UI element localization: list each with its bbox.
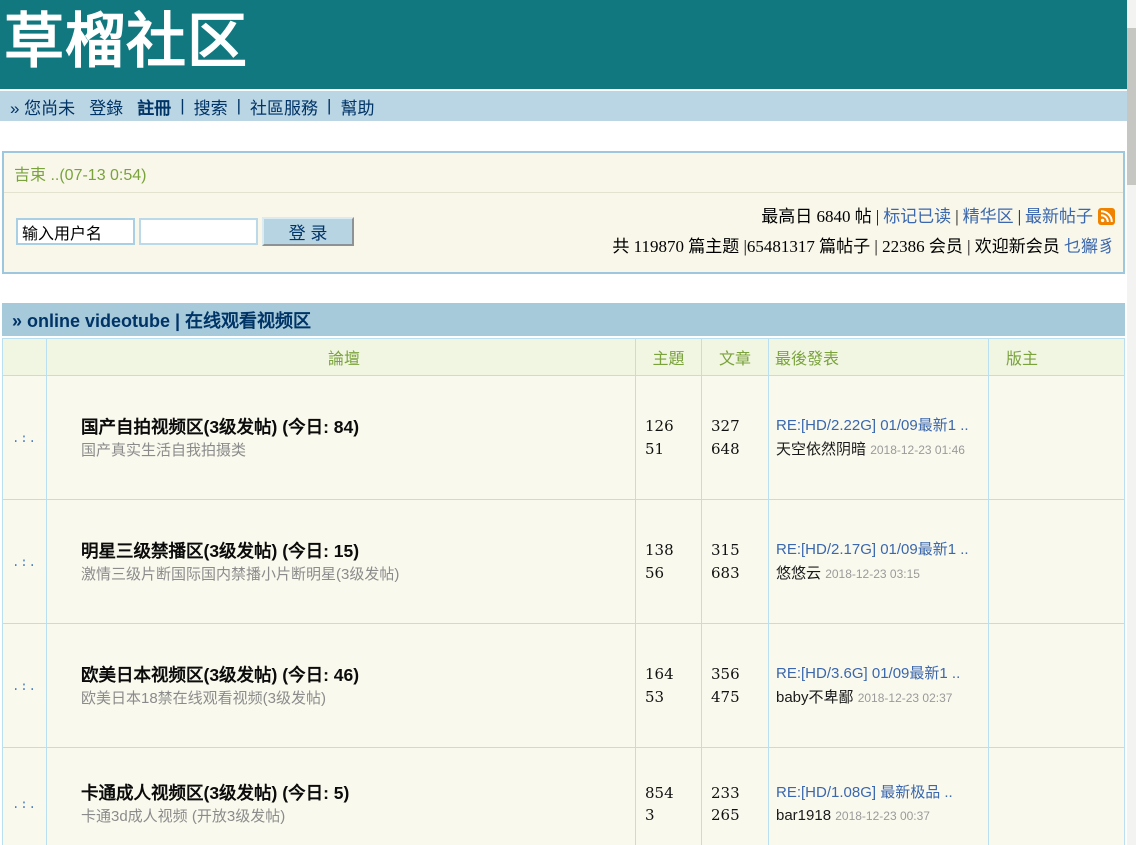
nav-search-link[interactable]: 搜索 [194, 94, 228, 119]
stats-separator: | [876, 207, 879, 226]
column-icon [3, 339, 47, 376]
nav-register-link[interactable]: 註冊 [137, 94, 171, 119]
last-post-time: 2018-12-23 00:37 [835, 809, 930, 823]
stats-line-2: 共 119870 篇主题 |65481317 篇帖子 | 22386 会员 | … [612, 233, 1115, 260]
last-post-link[interactable]: RE:[HD/1.08G] 最新极品 .. [776, 781, 978, 804]
totals-text: 共 119870 篇主题 |65481317 篇帖子 | 22386 会员 | … [612, 237, 1059, 256]
max-day-posts: 最高日 6840 帖 [761, 207, 872, 226]
last-post-user[interactable]: bar1918 [776, 807, 831, 824]
forum-status-icon: .:. [3, 500, 47, 624]
topic-count: 8543 [636, 748, 702, 845]
site-logo: 草榴社区 [0, 0, 1127, 84]
page: 草榴社区 » 您尚未登錄註冊 | 搜索 | 社區服務 | 幫助 吉束 ..(07-13 0:… [0, 0, 1136, 845]
topic-count: 16453 [636, 624, 702, 748]
moderator-cell [989, 500, 1125, 624]
nav-status-text: » 您尚未 [10, 94, 75, 119]
nav-services-link[interactable]: 社區服務 [250, 94, 318, 119]
forum-link[interactable]: 欧美日本视频区(3级发帖) (今日: 46) [81, 662, 625, 688]
forum-status-icon: .:. [3, 624, 47, 748]
forum-status-icon: .:. [3, 376, 47, 500]
digest-link[interactable]: 精华区 [963, 207, 1014, 226]
moderator-cell [989, 376, 1125, 500]
forum-link[interactable]: 卡通成人视频区(3级发帖) (今日: 5) [81, 780, 625, 806]
last-post-time: 2018-12-23 03:15 [825, 567, 920, 581]
post-count: 327648 [702, 376, 769, 500]
post-count: 233265 [702, 748, 769, 845]
topic-count: 12651 [636, 376, 702, 500]
nav-separator: | [237, 96, 241, 116]
newest-posts-link[interactable]: 最新帖子 [1025, 207, 1093, 226]
column-moderator: 版主 [989, 339, 1125, 376]
forum-row: .:. 欧美日本视频区(3级发帖) (今日: 46) 欧美日本18禁在线观看视频… [3, 624, 1125, 748]
site-header: 草榴社区 [0, 0, 1127, 89]
topic-count: 13856 [636, 500, 702, 624]
post-count: 356475 [702, 624, 769, 748]
column-posts: 文章 [702, 339, 769, 376]
nav-separator: | [327, 96, 331, 116]
forum-link[interactable]: 国产自拍视频区(3级发帖) (今日: 84) [81, 414, 625, 440]
forum-stats: 最高日 6840 帖|标记已读|精华区|最新帖子 共 119870 篇主题 |6… [612, 203, 1115, 260]
stats-separator: | [1018, 207, 1021, 226]
announcement-title[interactable]: 吉束 ..(07-13 0:54) [4, 153, 1123, 193]
forum-row: .:. 明星三级禁播区(3级发帖) (今日: 15) 激情三级片断国际国内禁播小… [3, 500, 1125, 624]
section-header[interactable]: » online videotube | 在线观看视频区 [2, 303, 1125, 338]
forum-row: .:. 卡通成人视频区(3级发帖) (今日: 5) 卡通3d成人视频 (开放3级… [3, 748, 1125, 845]
post-count: 315683 [702, 500, 769, 624]
announcement-box: 吉束 ..(07-13 0:54) 登 录 最高日 6840 帖|标记已读|精华… [2, 151, 1125, 274]
login-form: 登 录 [16, 217, 354, 246]
forum-status-icon: .:. [3, 748, 47, 845]
nav-help-link[interactable]: 幫助 [340, 94, 374, 119]
last-post-time: 2018-12-23 01:46 [870, 443, 965, 457]
last-post-user[interactable]: 天空依然阴暗 [776, 441, 866, 458]
stats-line-1: 最高日 6840 帖|标记已读|精华区|最新帖子 [612, 203, 1115, 233]
column-forum: 論壇 [47, 339, 636, 376]
moderator-cell [989, 624, 1125, 748]
forum-description: 卡通3d成人视频 (开放3级发帖) [81, 806, 625, 828]
last-post-link[interactable]: RE:[HD/3.6G] 01/09最新1 .. [776, 662, 978, 685]
forum-row: .:. 国产自拍视频区(3级发帖) (今日: 84) 国产真实生活自我拍摄类 1… [3, 376, 1125, 500]
forum-section: » online videotube | 在线观看视频区 論壇 主題 文章 最後… [2, 303, 1125, 845]
vertical-scrollbar[interactable] [1127, 0, 1136, 845]
mark-read-link[interactable]: 标记已读 [883, 207, 951, 226]
column-header-row: 論壇 主題 文章 最後發表 版主 [3, 339, 1125, 376]
moderator-cell [989, 748, 1125, 845]
forum-table: 論壇 主題 文章 最後發表 版主 .:. 国产自拍视频区(3级发帖) (今日: … [2, 338, 1125, 845]
forum-description: 国产真实生活自我拍摄类 [81, 440, 625, 462]
rss-icon[interactable] [1098, 206, 1115, 233]
password-input[interactable] [139, 218, 258, 245]
last-post-link[interactable]: RE:[HD/2.17G] 01/09最新1 .. [776, 538, 978, 561]
forum-link[interactable]: 明星三级禁播区(3级发帖) (今日: 15) [81, 538, 625, 564]
forum-description: 激情三级片断国际国内禁播小片断明星(3级发帖) [81, 564, 625, 586]
username-input[interactable] [16, 218, 135, 245]
column-last-post: 最後發表 [769, 339, 989, 376]
last-post-time: 2018-12-23 02:37 [858, 691, 953, 705]
nav-separator: | [180, 96, 184, 116]
last-post-user[interactable]: baby不卑鄙 [776, 689, 854, 706]
last-post-user[interactable]: 悠悠云 [776, 565, 821, 582]
last-post-link[interactable]: RE:[HD/2.22G] 01/09最新1 .. [776, 414, 978, 437]
scrollbar-thumb[interactable] [1127, 28, 1136, 185]
nav-login-link[interactable]: 登錄 [89, 94, 123, 119]
nav-bar: » 您尚未登錄註冊 | 搜索 | 社區服務 | 幫助 [0, 91, 1127, 121]
forum-description: 欧美日本18禁在线观看视频(3级发帖) [81, 688, 625, 710]
login-button[interactable]: 登 录 [262, 217, 354, 246]
stats-separator: | [955, 207, 958, 226]
column-topics: 主題 [636, 339, 702, 376]
newest-member-link[interactable]: 乜獬豸 [1064, 237, 1115, 256]
